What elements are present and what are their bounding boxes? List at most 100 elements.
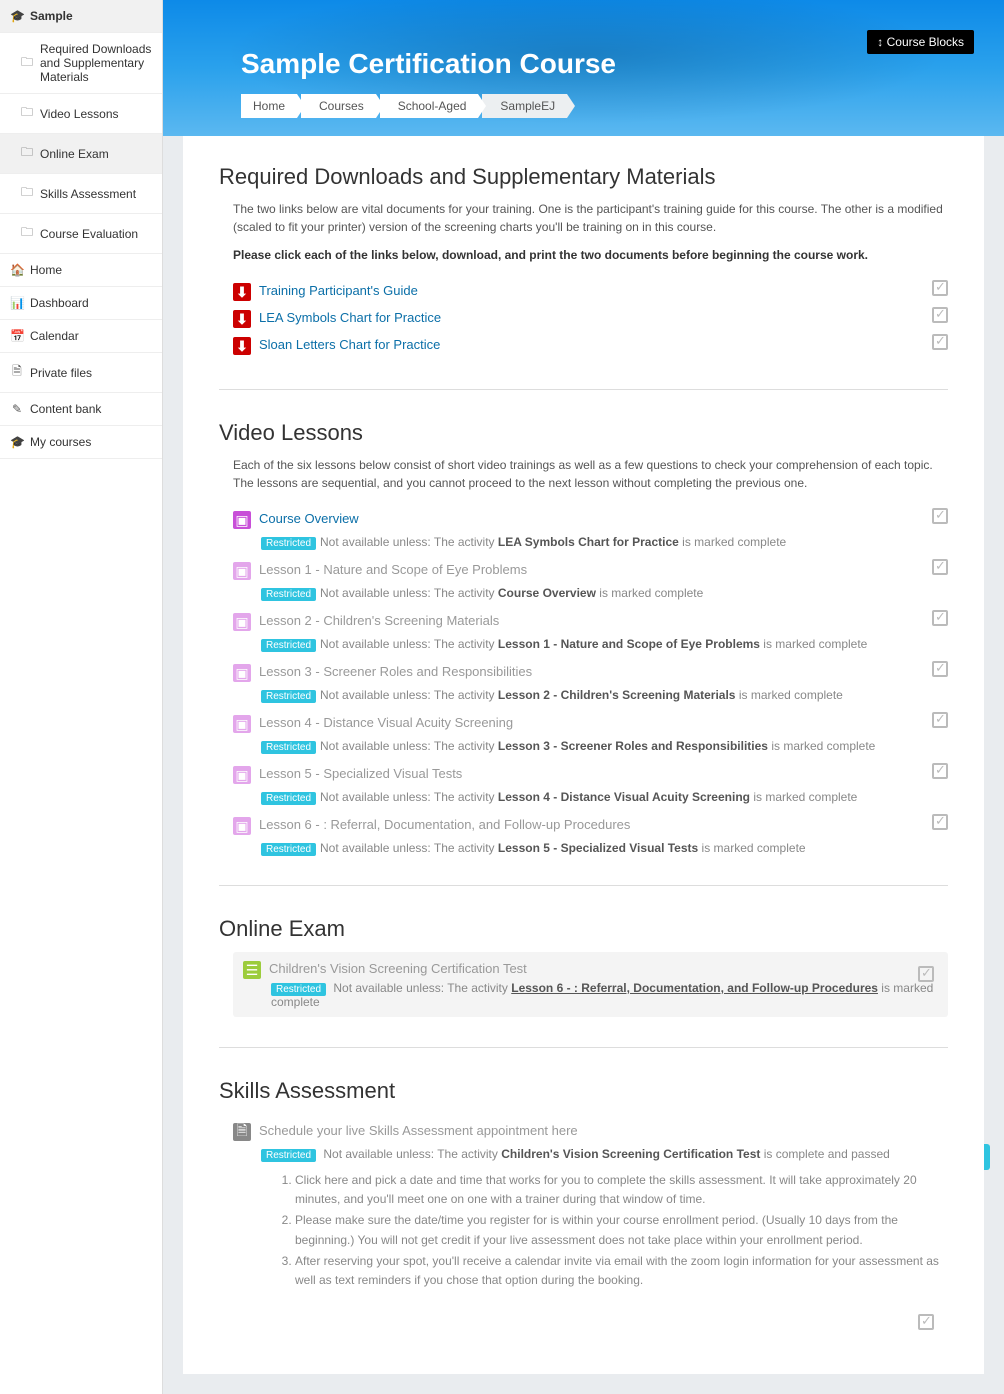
skills-completion [219,1314,934,1334]
completion-checkbox[interactable] [932,307,948,323]
lesson-item[interactable]: ▣ Lesson 6 - : Referral, Documentation, a… [233,812,948,839]
divider [219,885,948,886]
section-title: Required Downloads and Supplementary Mat… [219,164,948,190]
intro-text: The two links below are vital documents … [233,200,948,236]
folder-icon: 🗀 [20,103,34,124]
pdf-icon: ⬇ [233,310,251,328]
restriction-notice: RestrictedNot available unless: The acti… [261,586,948,600]
restriction-notice: RestrictedNot available unless: The acti… [261,841,948,855]
lesson-item[interactable]: ▣Lesson 4 - Distance Visual Acuity Scree… [233,710,948,737]
sidebar-private-files[interactable]: 🗎 Private files [0,353,162,393]
sidebar-my-courses[interactable]: 🎓 My courses [0,426,162,459]
file-icon: 🗎 [10,362,24,383]
exam-item[interactable]: ☰ Children's Vision Screening Certificat… [243,960,938,979]
main-content: ↕ Course Blocks Sample Certification Cou… [163,0,1004,1394]
restriction-notice: RestrictedNot available unless: The acti… [261,688,948,702]
divider [219,1047,948,1048]
lesson-label: Lesson 6 - : Referral, Documentation, an… [259,816,630,832]
pdf-icon: ⬇ [233,283,251,301]
sidebar-dashboard[interactable]: 📊 Dashboard [0,287,162,320]
lesson-label: Lesson 4 - Distance Visual Acuity Screen… [259,714,513,730]
restriction-notice: Restricted Not available unless: The act… [261,1147,948,1161]
restricted-badge: Restricted [261,792,316,805]
lesson-item[interactable]: ▣Lesson 1 - Nature and Scope of Eye Prob… [233,557,948,584]
section-videos: Video Lessons Each of the six lessons be… [219,420,948,855]
lesson-item[interactable]: ▣Lesson 3 - Screener Roles and Responsib… [233,659,948,686]
pdf-icon: ⬇ [233,337,251,355]
breadcrumb-category[interactable]: School-Aged [380,94,479,118]
download-item[interactable]: ⬇ LEA Symbols Chart for Practice [233,305,948,332]
pencil-icon: ✎ [10,402,24,416]
lesson-item[interactable]: ▣ Lesson 2 - Children's Screening Materia… [233,608,948,635]
lesson-label: Lesson 1 - Nature and Scope of Eye Probl… [259,561,527,577]
content-card: Required Downloads and Supplementary Mat… [183,136,984,1374]
folder-icon: 🗀 [20,143,34,164]
sidebar-section-skills[interactable]: 🗀 Skills Assessment [0,174,162,214]
breadcrumb-current: SampleEJ [482,94,567,118]
completion-checkbox[interactable] [932,610,948,626]
completion-checkbox[interactable] [932,508,948,524]
folder-icon: 🗀 [20,53,34,74]
lesson-icon: ▣ [233,613,251,631]
graduation-cap-icon: 🎓 [10,9,24,23]
skills-item[interactable]: 🗎 Schedule your live Skills Assessment a… [233,1118,948,1145]
lesson-icon: ▣ [233,766,251,784]
skills-note: After reserving your spot, you'll receiv… [295,1252,948,1290]
calendar-icon: 📅 [10,329,24,343]
completion-checkbox[interactable] [932,814,948,830]
restriction-notice: RestrictedNot available unless: The acti… [261,637,948,651]
restricted-badge: Restricted [261,741,316,754]
download-item[interactable]: ⬇ Training Participant's Guide [233,278,948,305]
lesson-item[interactable]: ▣Course Overview [233,506,948,533]
sidebar-course-link[interactable]: 🎓 Sample [0,0,162,33]
lesson-icon: ▣ [233,817,251,835]
sidebar-content-bank[interactable]: ✎ Content bank [0,393,162,426]
sidebar-course-label: Sample [30,9,152,23]
restriction-notice: RestrictedNot available unless: The acti… [261,739,948,753]
restriction-notice: RestrictedNot available unless: The acti… [261,790,948,804]
completion-checkbox[interactable] [932,280,948,296]
sidebar-calendar[interactable]: 📅 Calendar [0,320,162,353]
lesson-label: Lesson 2 - Children's Screening Material… [259,612,499,628]
section-title: Online Exam [219,916,948,942]
quiz-icon: ☰ [243,961,261,979]
sidebar-section-downloads[interactable]: 🗀 Required Downloads and Supplementary M… [0,33,162,94]
restriction-notice: RestrictedNot available unless: The acti… [261,535,948,549]
video-list: ▣Course OverviewRestrictedNot available … [233,506,948,855]
intro-text: Each of the six lessons below consist of… [233,456,948,492]
completion-checkbox[interactable] [932,712,948,728]
lesson-item[interactable]: ▣ Lesson 5 - Specialized Visual Tests [233,761,948,788]
section-title: Skills Assessment [219,1078,948,1104]
restricted-badge: Restricted [261,690,316,703]
home-icon: 🏠 [10,263,24,277]
completion-checkbox[interactable] [918,1314,934,1330]
lesson-label: Lesson 5 - Specialized Visual Tests [259,765,462,781]
course-blocks-button[interactable]: ↕ Course Blocks [867,30,974,54]
restricted-badge: Restricted [261,843,316,856]
completion-checkbox[interactable] [932,763,948,779]
dashboard-icon: 📊 [10,296,24,310]
completion-checkbox[interactable] [932,661,948,677]
page-title: Sample Certification Course [241,48,926,80]
restricted-badge: Restricted [261,639,316,652]
download-item[interactable]: ⬇ Sloan Letters Chart for Practice [233,332,948,359]
sidebar-home[interactable]: 🏠 Home [0,254,162,287]
completion-checkbox[interactable] [932,559,948,575]
lesson-label: Course Overview [259,510,359,526]
divider [219,389,948,390]
restriction-notice: Restricted Not available unless: The act… [271,981,938,1009]
breadcrumb-home[interactable]: Home [241,94,297,118]
completion-checkbox[interactable] [918,966,934,982]
course-sidebar: 🎓 Sample 🗀 Required Downloads and Supple… [0,0,163,1394]
skills-note: Click here and pick a date and time that… [295,1171,948,1209]
completion-checkbox[interactable] [932,334,948,350]
lesson-label: Lesson 3 - Screener Roles and Responsibi… [259,663,532,679]
sidebar-section-exam[interactable]: 🗀 Online Exam [0,134,162,174]
folder-icon: 🗀 [20,183,34,204]
section-downloads: Required Downloads and Supplementary Mat… [219,164,948,359]
sidebar-section-videos[interactable]: 🗀 Video Lessons [0,94,162,134]
skills-note: Please make sure the date/time you regis… [295,1211,948,1249]
sidebar-section-eval[interactable]: 🗀 Course Evaluation [0,214,162,254]
course-hero: ↕ Course Blocks Sample Certification Cou… [163,0,1004,136]
breadcrumb-courses[interactable]: Courses [301,94,376,118]
